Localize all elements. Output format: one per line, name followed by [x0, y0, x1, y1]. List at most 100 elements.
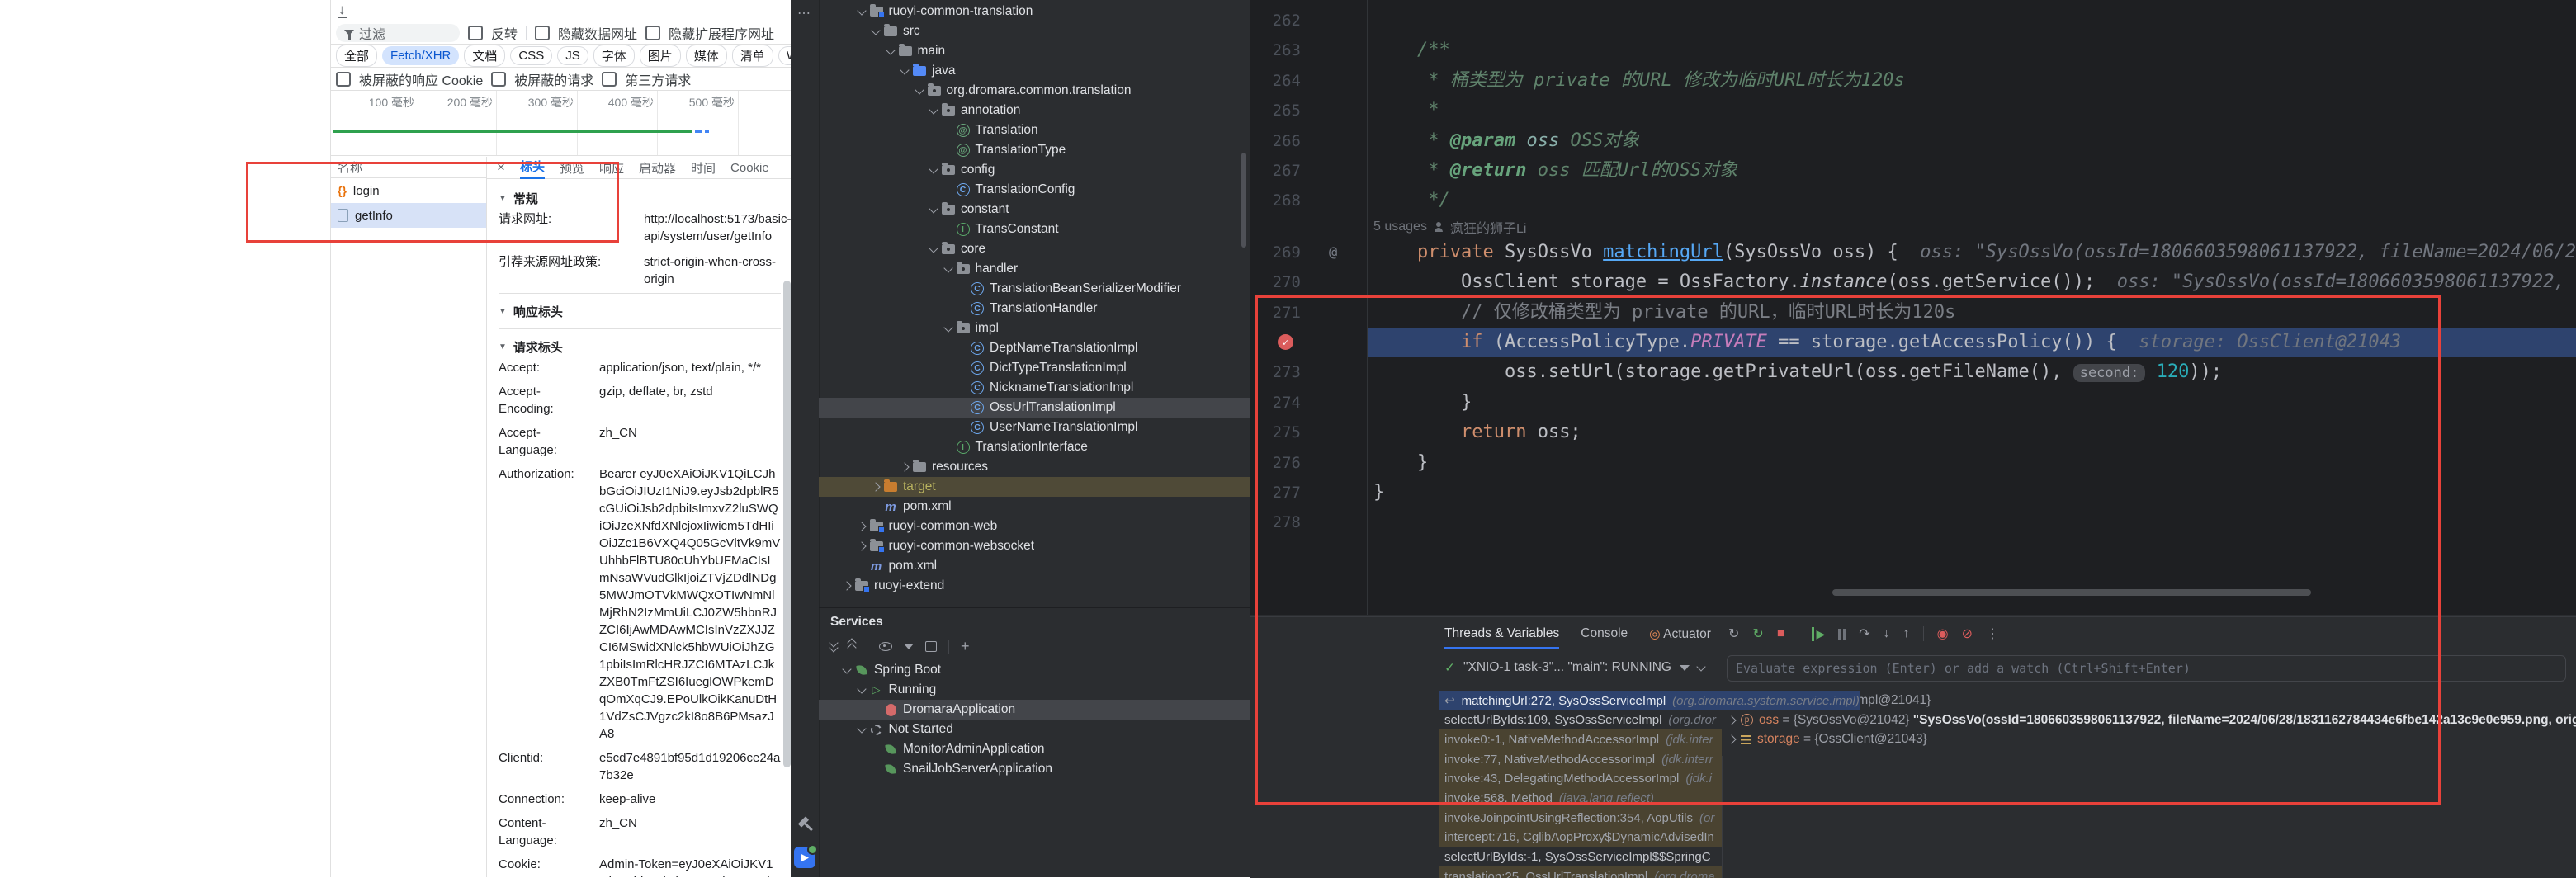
tree-item-ruoyi-common-websocket[interactable]: ruoyi-common-websocket — [819, 536, 1250, 556]
chevron-down-icon[interactable] — [943, 263, 952, 272]
variable-row[interactable]: storage = {OssClient@21043} — [1728, 729, 1927, 749]
resume-icon[interactable]: ▶ — [1812, 627, 1825, 641]
line-number[interactable]: 276 — [1255, 448, 1301, 478]
tree-item-core[interactable]: core — [819, 239, 1250, 259]
more-icon[interactable]: ⋮ — [1986, 625, 1999, 642]
third-party-checkbox[interactable] — [602, 72, 617, 87]
stop-icon[interactable]: ■ — [1777, 626, 1785, 641]
filter-chip--[interactable]: 字体 — [593, 45, 635, 67]
tree-item-monitoradminapplication[interactable]: MonitorAdminApplication — [819, 739, 1250, 759]
code-line-277[interactable]: 277} — [1250, 478, 2576, 507]
step-out-icon[interactable]: ↑ — [1903, 626, 1910, 641]
code-line-275[interactable]: 275 return oss; — [1250, 418, 2576, 447]
chevron-right-icon[interactable] — [1728, 735, 1737, 744]
chevron-down-icon[interactable] — [929, 204, 938, 213]
line-number[interactable]: 270 — [1255, 267, 1301, 297]
chevron-down-icon[interactable] — [857, 6, 866, 15]
chevron-right-icon[interactable] — [842, 581, 851, 590]
stack-frame-row[interactable]: invoke0:-1, NativeMethodAccessorImpl (jd… — [1439, 729, 1722, 749]
evaluate-expression-input[interactable]: Evaluate expression (Enter) or add a wat… — [1727, 655, 2566, 682]
code-line-272[interactable]: ✓ if (AccessPolicyType.PRIVATE == storag… — [1250, 328, 2576, 357]
code-line-266[interactable]: 266 * @param oss OSS对象 — [1250, 126, 2576, 156]
tree-item-impl[interactable]: impl — [819, 319, 1250, 338]
stack-frame-row[interactable]: selectUrlByIds:109, SysOssServiceImpl (o… — [1439, 710, 1722, 730]
chevron-down-icon[interactable] — [929, 164, 938, 173]
debug-tab-console[interactable]: Console — [1581, 626, 1628, 641]
code-line-278[interactable]: 278 — [1250, 507, 2576, 537]
line-number[interactable]: 264 — [1255, 66, 1301, 96]
tree-item-ruoyi-common-web[interactable]: ruoyi-common-web — [819, 517, 1250, 536]
tree-item-org-dromara-common-translation[interactable]: org.dromara.common.translation — [819, 81, 1250, 101]
code-line-268[interactable]: 268 */ — [1250, 186, 2576, 215]
code-line-263[interactable]: 263 /** — [1250, 35, 2576, 65]
tree-item-handler[interactable]: handler — [819, 259, 1250, 279]
more-tool-windows-icon[interactable]: ⋯ — [797, 5, 811, 21]
rerun-icon[interactable]: ↻ — [1728, 625, 1739, 642]
request-row-getInfo[interactable]: getInfo — [331, 203, 486, 228]
tree-item-translationbeanserializermodifier[interactable]: CTranslationBeanSerializerModifier — [819, 279, 1250, 299]
step-into-icon[interactable]: ↓ — [1884, 626, 1890, 641]
line-number[interactable]: 262 — [1255, 6, 1301, 35]
mute-breakpoints-icon[interactable]: ⊘ — [1962, 625, 1973, 642]
stack-frame-row[interactable]: ↩matchingUrl:272, SysOssServiceImpl (org… — [1439, 691, 1860, 710]
expand-all-icon[interactable] — [830, 642, 837, 651]
chevron-down-icon[interactable] — [842, 664, 851, 673]
code-line-276[interactable]: 276 } — [1250, 448, 2576, 478]
filter-chip--[interactable]: 全部 — [336, 45, 377, 67]
stack-frame-row[interactable]: selectUrlByIds:-1, SysOssServiceImpl$$Sp… — [1439, 847, 1722, 867]
chevron-down-icon[interactable] — [886, 45, 895, 54]
detail-tab-标头[interactable]: 标头 — [520, 157, 545, 179]
response-headers-section[interactable]: ▼响应标头 — [499, 299, 781, 323]
line-number[interactable]: 269 — [1255, 238, 1301, 267]
variable-row[interactable]: poss = {SysOssVo@21042} "SysOssVo(ossId=… — [1728, 710, 2576, 730]
gutter-annotation-icon[interactable]: @ — [1329, 238, 1337, 267]
tree-item-translationtype[interactable]: @TranslationType — [819, 140, 1250, 160]
tree-item-usernametranslationimpl[interactable]: CUserNameTranslationImpl — [819, 418, 1250, 437]
debug-tab-actuator[interactable]: ◎ Actuator — [1649, 626, 1711, 642]
detail-tab-启动器[interactable]: 启动器 — [639, 159, 676, 177]
detail-tab-Cookie[interactable]: Cookie — [730, 161, 769, 175]
hide-data-urls-checkbox[interactable] — [535, 26, 550, 40]
code-line-270[interactable]: 270 OssClient storage = OssFactory.insta… — [1250, 267, 2576, 297]
view-options-icon[interactable] — [879, 642, 892, 651]
tree-item-main[interactable]: main — [819, 41, 1250, 61]
breakpoint-icon[interactable]: ✓ — [1278, 334, 1293, 350]
code-line-271[interactable]: 271 // 仅修改桶类型为 private 的URL，临时URL时长为120s — [1250, 298, 2576, 328]
chevron-right-icon[interactable] — [857, 522, 866, 531]
tree-item-translationhandler[interactable]: CTranslationHandler — [819, 299, 1250, 319]
stack-frame-row[interactable]: intercept:716, CglibAopProxy$DynamicAdvi… — [1439, 828, 1722, 847]
invert-checkbox[interactable] — [468, 26, 483, 40]
tree-item-not-started[interactable]: Not Started — [819, 720, 1250, 739]
tree-item-translationinterface[interactable]: ITranslationInterface — [819, 437, 1250, 457]
download-icon[interactable]: ↓ — [338, 2, 347, 18]
tree-item-ruoyi-extend[interactable]: ruoyi-extend — [819, 576, 1250, 596]
pause-icon[interactable] — [1838, 629, 1846, 640]
filter-icon[interactable] — [904, 644, 914, 649]
tree-item-running[interactable]: ▷Running — [819, 680, 1250, 700]
add-service-icon[interactable]: + — [961, 638, 970, 655]
blocked-requests-checkbox[interactable] — [491, 72, 506, 87]
line-number[interactable]: 267 — [1255, 156, 1301, 186]
debug-tab-threads-variables[interactable]: Threads & Variables — [1444, 619, 1559, 649]
chevron-down-icon[interactable] — [871, 26, 880, 35]
usages-count[interactable]: 5 usages — [1373, 220, 1427, 234]
tree-item-deptnametranslationimpl[interactable]: CDeptNameTranslationImpl — [819, 338, 1250, 358]
step-over-icon[interactable]: ↷ — [1859, 625, 1869, 642]
tree-item-spring-boot[interactable]: Spring Boot — [819, 660, 1250, 680]
close-icon[interactable]: × — [497, 159, 505, 176]
code-line-273[interactable]: 273 oss.setUrl(storage.getPrivateUrl(oss… — [1250, 357, 2576, 387]
services-tool-icon[interactable]: ▶ — [794, 847, 815, 868]
name-column-header[interactable]: 名称 — [338, 158, 362, 176]
view-breakpoints-icon[interactable]: ◉ — [1937, 625, 1949, 642]
line-number[interactable]: 271 — [1255, 298, 1301, 328]
detail-tab-预览[interactable]: 预览 — [560, 159, 584, 177]
code-line-264[interactable]: 264 * 桶类型为 private 的URL 修改为临时URL时长为120s — [1250, 66, 2576, 96]
chevron-down-icon[interactable] — [900, 65, 909, 74]
detail-tab-时间[interactable]: 时间 — [691, 159, 716, 177]
filter-chip--[interactable]: 图片 — [640, 45, 681, 67]
tree-item-translation[interactable]: @Translation — [819, 120, 1250, 140]
requests-table-header[interactable]: 名称 — [331, 157, 486, 178]
stack-frame-row[interactable]: invokeJoinpointUsingReflection:354, AopU… — [1439, 808, 1722, 828]
thread-filter-icon[interactable] — [1680, 665, 1690, 671]
hide-ext-urls-checkbox[interactable] — [645, 26, 660, 40]
